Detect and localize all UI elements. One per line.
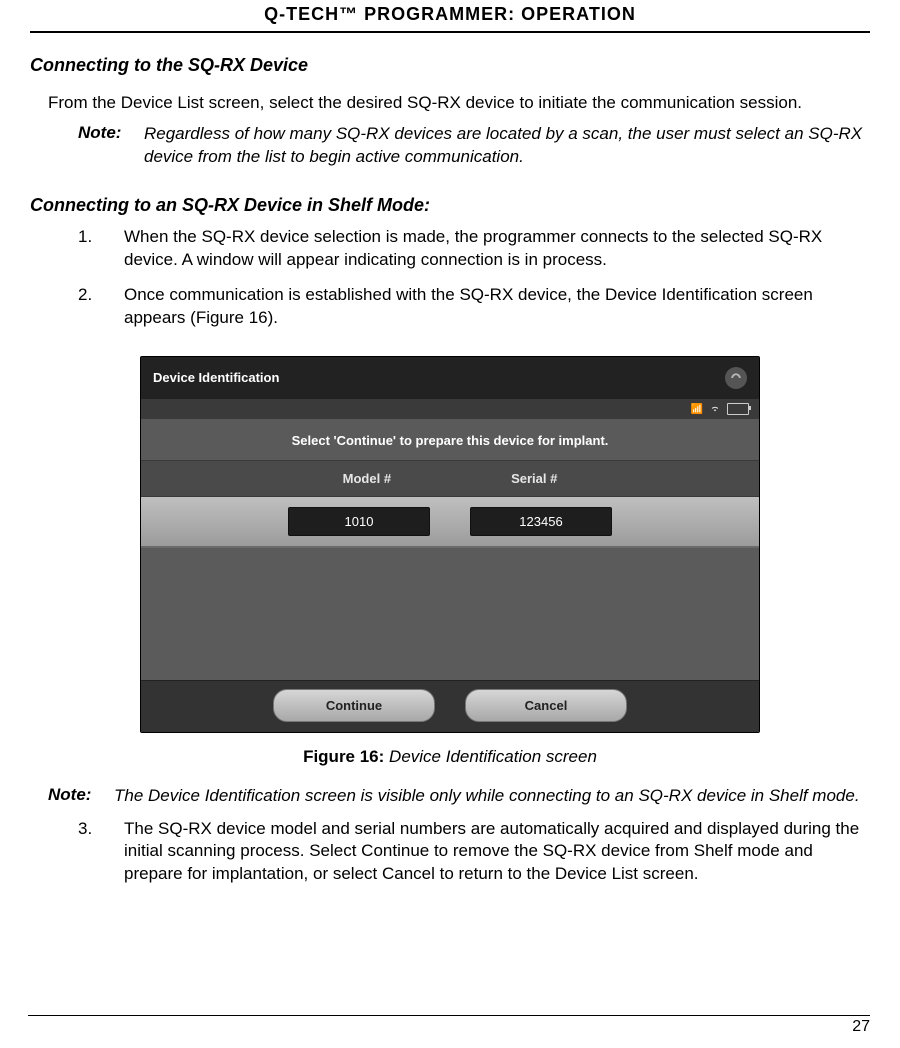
cancel-button[interactable]: Cancel	[465, 689, 627, 722]
device-data-row: 1010 123456	[141, 497, 759, 548]
note-label: Note:	[78, 123, 144, 169]
figure-label: Figure 16:	[303, 747, 384, 766]
note-text: The Device Identification screen is visi…	[114, 785, 860, 808]
serial-value: 123456	[470, 507, 612, 536]
ordered-list-continued: 3. The SQ-RX device model and serial num…	[78, 818, 870, 887]
step-text: When the SQ-RX device selection is made,…	[124, 226, 870, 272]
device-title: Device Identification	[153, 370, 279, 385]
note-text: Regardless of how many SQ-RX devices are…	[144, 123, 870, 169]
section-title: Connecting to the SQ-RX Device	[30, 55, 870, 76]
step-number: 1.	[78, 226, 124, 272]
device-screenshot: Device Identification 📶 Select 'Continue…	[140, 356, 760, 733]
model-value: 1010	[288, 507, 430, 536]
wifi-icon	[709, 403, 721, 416]
device-instruction: Select 'Continue' to prepare this device…	[141, 419, 759, 460]
battery-icon	[727, 403, 749, 415]
step-text: Once communication is established with t…	[124, 284, 870, 330]
device-titlebar: Device Identification	[141, 357, 759, 399]
subheading: Connecting to an SQ-RX Device in Shelf M…	[30, 195, 870, 216]
step-number: 2.	[78, 284, 124, 330]
col-model: Model #	[343, 471, 391, 486]
col-serial: Serial #	[511, 471, 557, 486]
device-empty-area	[141, 548, 759, 680]
intro-text: From the Device List screen, select the …	[48, 92, 870, 115]
device-column-headers: Model # Serial #	[141, 460, 759, 497]
note-2: Note: The Device Identification screen i…	[48, 785, 870, 808]
list-item: 1. When the SQ-RX device selection is ma…	[78, 226, 870, 272]
figure-text: Device Identification screen	[384, 747, 597, 766]
scan-icon	[725, 367, 747, 389]
list-item: 3. The SQ-RX device model and serial num…	[78, 818, 870, 887]
figure-caption: Figure 16: Device Identification screen	[140, 747, 760, 767]
signal-icon: 📶	[691, 404, 703, 415]
page-header: Q-TECH™ PROGRAMMER: OPERATION	[30, 0, 870, 33]
step-text: The SQ-RX device model and serial number…	[124, 818, 870, 887]
step-number: 3.	[78, 818, 124, 887]
device-statusbar: 📶	[141, 399, 759, 419]
note-label: Note:	[48, 785, 114, 808]
page-number: 27	[28, 1015, 870, 1036]
note-1: Note: Regardless of how many SQ-RX devic…	[78, 123, 870, 169]
figure-16: Device Identification 📶 Select 'Continue…	[140, 356, 760, 767]
list-item: 2. Once communication is established wit…	[78, 284, 870, 330]
ordered-list: 1. When the SQ-RX device selection is ma…	[78, 226, 870, 330]
continue-button[interactable]: Continue	[273, 689, 435, 722]
device-button-bar: Continue Cancel	[141, 680, 759, 732]
